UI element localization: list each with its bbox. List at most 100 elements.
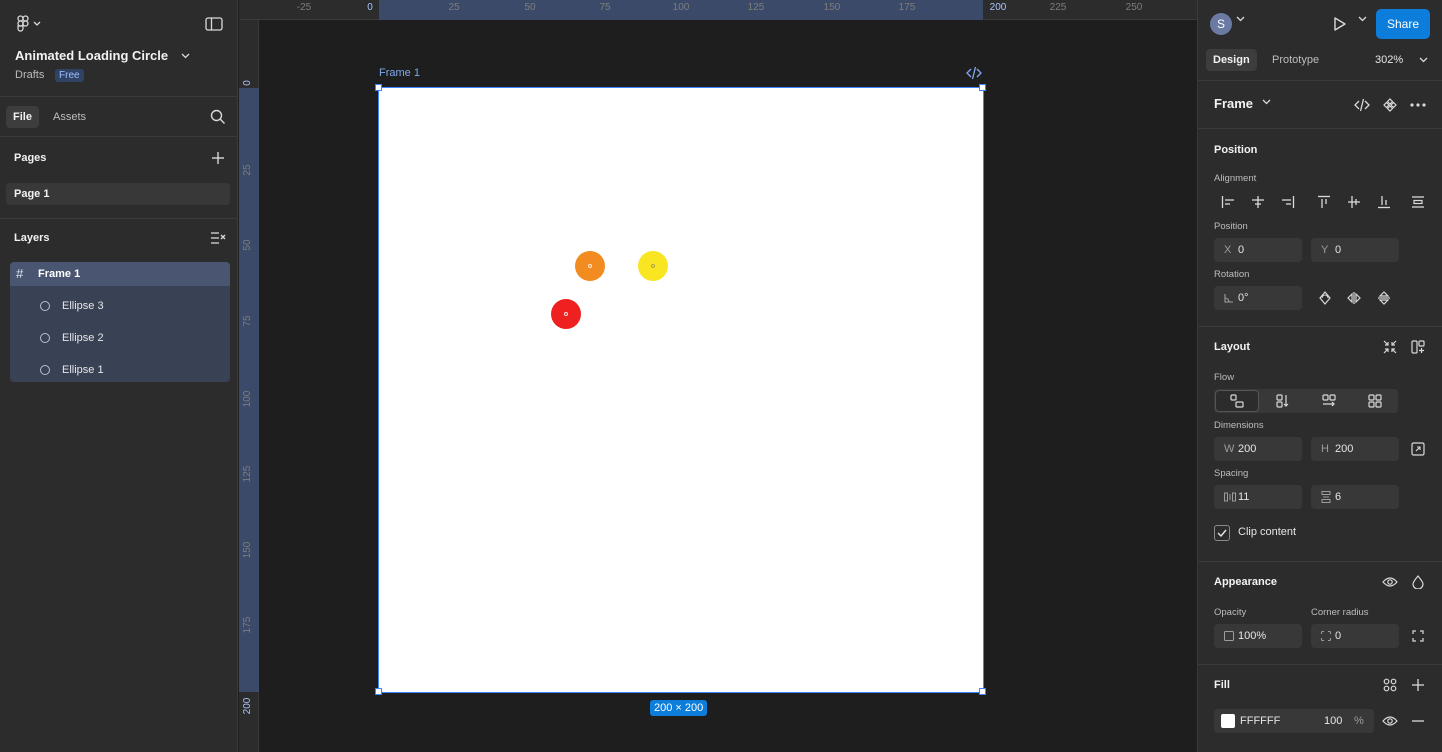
flip-vertical-icon[interactable] xyxy=(1372,287,1396,309)
chevron-down-icon[interactable] xyxy=(178,48,192,64)
more-options-icon[interactable] xyxy=(1408,95,1428,115)
appearance-section-title: Appearance xyxy=(1214,576,1277,588)
divider xyxy=(0,136,238,137)
zoom-level[interactable]: 302% xyxy=(1375,49,1403,71)
remove-fill-icon[interactable] xyxy=(1408,711,1428,731)
size-badge: 200 × 200 xyxy=(650,700,708,716)
resize-handle-bottom-right[interactable] xyxy=(979,688,986,695)
layer-ellipse-3[interactable]: Ellipse 3 xyxy=(10,294,230,318)
file-name[interactable]: Animated Loading Circle xyxy=(15,48,168,63)
add-page-icon[interactable] xyxy=(208,148,228,168)
frame-icon: # xyxy=(16,266,24,281)
ruler-tick: 175 xyxy=(898,2,916,13)
shrink-to-fit-icon[interactable] xyxy=(1380,337,1400,357)
add-fill-icon[interactable] xyxy=(1408,675,1428,695)
opacity-field[interactable]: 100% xyxy=(1214,624,1302,648)
fill-opacity-value[interactable]: 100 xyxy=(1324,709,1342,733)
ellipse-2[interactable] xyxy=(638,251,668,281)
eye-icon[interactable] xyxy=(1380,572,1400,592)
chevron-down-icon[interactable] xyxy=(1262,99,1271,105)
ruler-tick: 150 xyxy=(823,2,841,13)
resize-to-fit-icon[interactable] xyxy=(1408,439,1428,459)
ellipse-3[interactable] xyxy=(575,251,605,281)
width-field[interactable]: W 200 xyxy=(1214,437,1302,461)
share-button[interactable]: Share xyxy=(1376,9,1430,39)
layer-ellipse-2[interactable]: Ellipse 2 xyxy=(10,326,230,350)
chevron-down-icon[interactable] xyxy=(1236,16,1245,22)
avatar[interactable]: S xyxy=(1210,13,1232,35)
left-panel: Animated Loading Circle Drafts Free File… xyxy=(0,0,238,752)
flow-grid-icon[interactable] xyxy=(1353,390,1397,412)
frame-type-selector[interactable]: Frame xyxy=(1214,96,1253,111)
tab-assets[interactable]: Assets xyxy=(53,106,86,128)
divider xyxy=(0,218,238,219)
collapse-layers-icon[interactable] xyxy=(208,229,228,247)
rotate-90-icon[interactable] xyxy=(1313,287,1337,309)
position-section-title: Position xyxy=(1214,144,1258,156)
sidebar-toggle-icon[interactable] xyxy=(204,14,224,34)
component-icon[interactable] xyxy=(1380,95,1400,115)
present-play-icon[interactable] xyxy=(1330,14,1350,34)
tab-file[interactable]: File xyxy=(6,106,39,128)
flow-freeform-icon[interactable] xyxy=(1215,390,1259,412)
align-horizontal-center-icon[interactable] xyxy=(1246,191,1270,213)
align-bottom-icon[interactable] xyxy=(1372,191,1396,213)
ruler-tick: 25 xyxy=(448,2,460,13)
resize-handle-top-right[interactable] xyxy=(979,84,986,91)
corner-radius-field[interactable]: 0 xyxy=(1311,624,1399,648)
frame-label[interactable]: Frame 1 xyxy=(379,67,420,79)
x-position-field[interactable]: X 0 xyxy=(1214,238,1302,262)
chevron-down-icon[interactable] xyxy=(1358,16,1367,22)
page-item[interactable]: Page 1 xyxy=(6,183,230,205)
layer-label: Frame 1 xyxy=(38,268,81,280)
clip-content-checkbox[interactable] xyxy=(1214,525,1230,541)
code-icon[interactable] xyxy=(966,66,982,80)
ruler-tick: 100 xyxy=(242,390,253,408)
flow-horizontal-icon[interactable] xyxy=(1307,390,1351,412)
height-field[interactable]: H 200 xyxy=(1311,437,1399,461)
rotation-field[interactable]: 0° xyxy=(1214,286,1302,310)
ruler-tick: 50 xyxy=(242,239,253,251)
fill-hex-value[interactable]: FFFFFF xyxy=(1240,709,1280,733)
auto-layout-icon[interactable] xyxy=(1408,337,1428,357)
align-left-icon[interactable] xyxy=(1216,191,1240,213)
flow-vertical-icon[interactable] xyxy=(1261,390,1305,412)
styles-grid-icon[interactable] xyxy=(1380,675,1400,695)
frame-1[interactable] xyxy=(378,87,984,693)
search-icon[interactable] xyxy=(209,108,227,126)
independent-corners-icon[interactable] xyxy=(1408,626,1428,646)
y-position-field[interactable]: Y 0 xyxy=(1311,238,1399,262)
rotation-value: 0° xyxy=(1238,292,1249,304)
align-vertical-center-icon[interactable] xyxy=(1342,191,1366,213)
ellipse-1[interactable] xyxy=(551,299,581,329)
flip-horizontal-icon[interactable] xyxy=(1342,287,1366,309)
resize-handle-bottom-left[interactable] xyxy=(375,688,382,695)
tab-prototype[interactable]: Prototype xyxy=(1272,49,1319,71)
layer-frame-1[interactable]: # Frame 1 xyxy=(10,262,230,286)
angle-icon xyxy=(1224,286,1234,303)
eye-icon[interactable] xyxy=(1380,711,1400,731)
code-icon[interactable] xyxy=(1352,95,1372,115)
layout-section-title: Layout xyxy=(1214,341,1251,353)
ruler-tick: 75 xyxy=(242,315,253,327)
fill-row[interactable]: FFFFFF 100 % xyxy=(1214,709,1374,733)
project-location[interactable]: Drafts xyxy=(15,69,44,81)
resize-handle-top-left[interactable] xyxy=(375,84,382,91)
vertical-ruler[interactable]: 0 25 50 75 100 125 150 175 200 xyxy=(239,20,259,752)
layer-ellipse-1[interactable]: Ellipse 1 xyxy=(10,358,230,382)
horizontal-ruler[interactable]: -25 0 25 50 75 100 125 150 175 200 225 2… xyxy=(239,0,1197,20)
blend-mode-drop-icon[interactable] xyxy=(1408,572,1428,592)
align-top-icon[interactable] xyxy=(1312,191,1336,213)
main-menu-button[interactable] xyxy=(14,14,44,34)
align-right-icon[interactable] xyxy=(1276,191,1300,213)
fill-color-swatch[interactable] xyxy=(1221,714,1235,728)
clip-content-label: Clip content xyxy=(1238,526,1297,538)
layer-label: Ellipse 2 xyxy=(62,332,104,344)
chevron-down-icon[interactable] xyxy=(1419,49,1428,63)
tab-design[interactable]: Design xyxy=(1206,49,1257,71)
distribute-spacing-icon[interactable] xyxy=(1406,191,1430,213)
corner-radius-label: Corner radius xyxy=(1311,607,1369,618)
vertical-gap-field[interactable]: 6 xyxy=(1311,485,1399,509)
ellipse-icon xyxy=(40,301,50,311)
horizontal-gap-field[interactable]: 11 xyxy=(1214,485,1302,509)
